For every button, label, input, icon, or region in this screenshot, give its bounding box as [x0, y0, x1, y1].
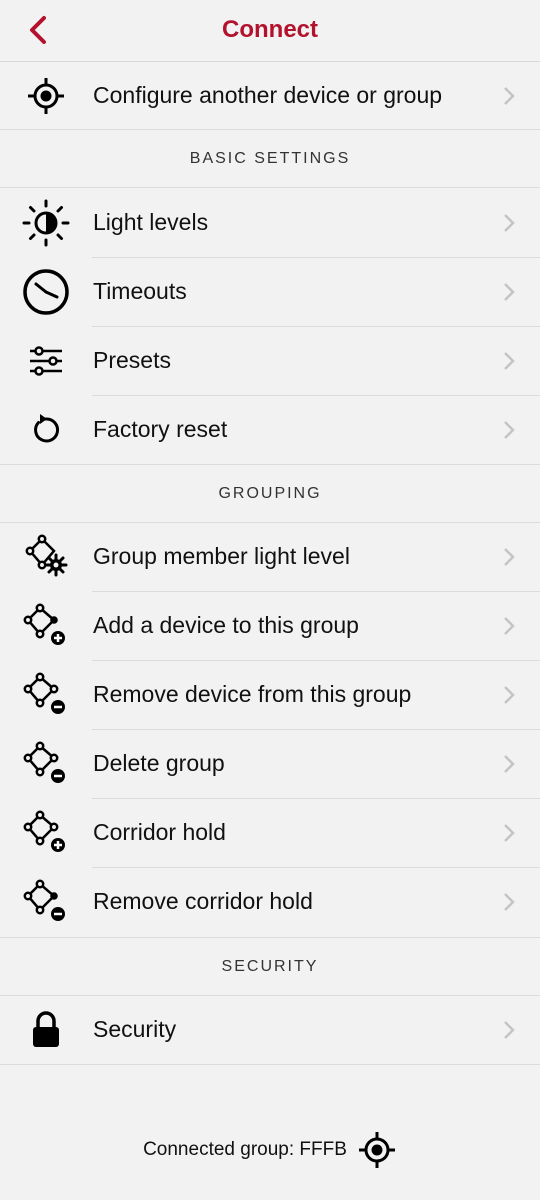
- group-delete-icon: [20, 738, 72, 790]
- chevron-right-icon: [504, 754, 515, 773]
- section-header-grouping: GROUPING: [218, 485, 322, 502]
- add-device-to-group-row[interactable]: Add a device to this group: [0, 591, 540, 660]
- chevron-right-icon: [504, 547, 515, 566]
- row-label: Group member light level: [93, 543, 350, 569]
- row-label: Corridor hold: [93, 819, 226, 845]
- connected-group-label: Connected group: FFFB: [143, 1139, 347, 1160]
- group-gear-icon: [20, 531, 72, 583]
- divider: [0, 464, 540, 465]
- page-title: Connect: [222, 16, 318, 43]
- target-icon: [20, 70, 72, 122]
- group-add-icon: [20, 807, 72, 859]
- remove-device-from-group-row[interactable]: Remove device from this group: [0, 660, 540, 729]
- row-label: Delete group: [93, 750, 225, 776]
- row-label: Configure another device or group: [93, 82, 443, 108]
- divider: [0, 1064, 540, 1065]
- chevron-right-icon: [504, 213, 515, 232]
- group-remove-icon: [20, 876, 72, 928]
- chevron-right-icon: [504, 1020, 515, 1039]
- chevron-right-icon: [504, 282, 515, 301]
- group-member-light-level-row[interactable]: Group member light level: [0, 522, 540, 591]
- remove-corridor-hold-row[interactable]: Remove corridor hold: [0, 867, 540, 936]
- factory-reset-row[interactable]: Factory reset: [0, 395, 540, 464]
- divider: [0, 937, 540, 938]
- row-label: Add a device to this group: [93, 612, 359, 638]
- divider: [0, 129, 540, 130]
- section-header-security: SECURITY: [221, 958, 319, 975]
- row-label: Remove device from this group: [93, 681, 412, 707]
- timeouts-row[interactable]: Timeouts: [0, 257, 540, 326]
- clock-icon: [20, 266, 72, 318]
- chevron-right-icon: [504, 685, 515, 704]
- chevron-right-icon: [504, 420, 515, 439]
- row-label: Remove corridor hold: [93, 888, 313, 914]
- target-icon: [358, 1132, 395, 1168]
- connected-group-footer: Connected group: FFFB: [0, 1128, 540, 1172]
- row-label: Presets: [93, 347, 171, 373]
- delete-group-row[interactable]: Delete group: [0, 729, 540, 798]
- lock-icon: [20, 1004, 72, 1056]
- chevron-right-icon: [504, 351, 515, 370]
- chevron-right-icon: [504, 892, 515, 911]
- sliders-icon: [20, 335, 72, 387]
- navigation-bar: Connect: [0, 0, 540, 62]
- row-label: Light levels: [93, 209, 209, 235]
- chevron-right-icon: [504, 616, 515, 635]
- row-label: Factory reset: [93, 416, 228, 442]
- chevron-right-icon: [504, 86, 515, 105]
- row-label: Security: [93, 1016, 177, 1042]
- corridor-hold-row[interactable]: Corridor hold: [0, 798, 540, 867]
- presets-row[interactable]: Presets: [0, 326, 540, 395]
- reset-icon: [20, 404, 72, 456]
- row-label: Timeouts: [93, 278, 187, 304]
- chevron-right-icon: [504, 823, 515, 842]
- light-levels-row[interactable]: Light levels: [0, 188, 540, 257]
- brightness-icon: [20, 197, 72, 249]
- group-add-icon: [20, 600, 72, 652]
- security-row[interactable]: Security: [0, 995, 540, 1064]
- section-header-basic-settings: BASIC SETTINGS: [189, 150, 351, 167]
- configure-device-row[interactable]: Configure another device or group: [0, 61, 540, 130]
- group-remove-icon: [20, 669, 72, 721]
